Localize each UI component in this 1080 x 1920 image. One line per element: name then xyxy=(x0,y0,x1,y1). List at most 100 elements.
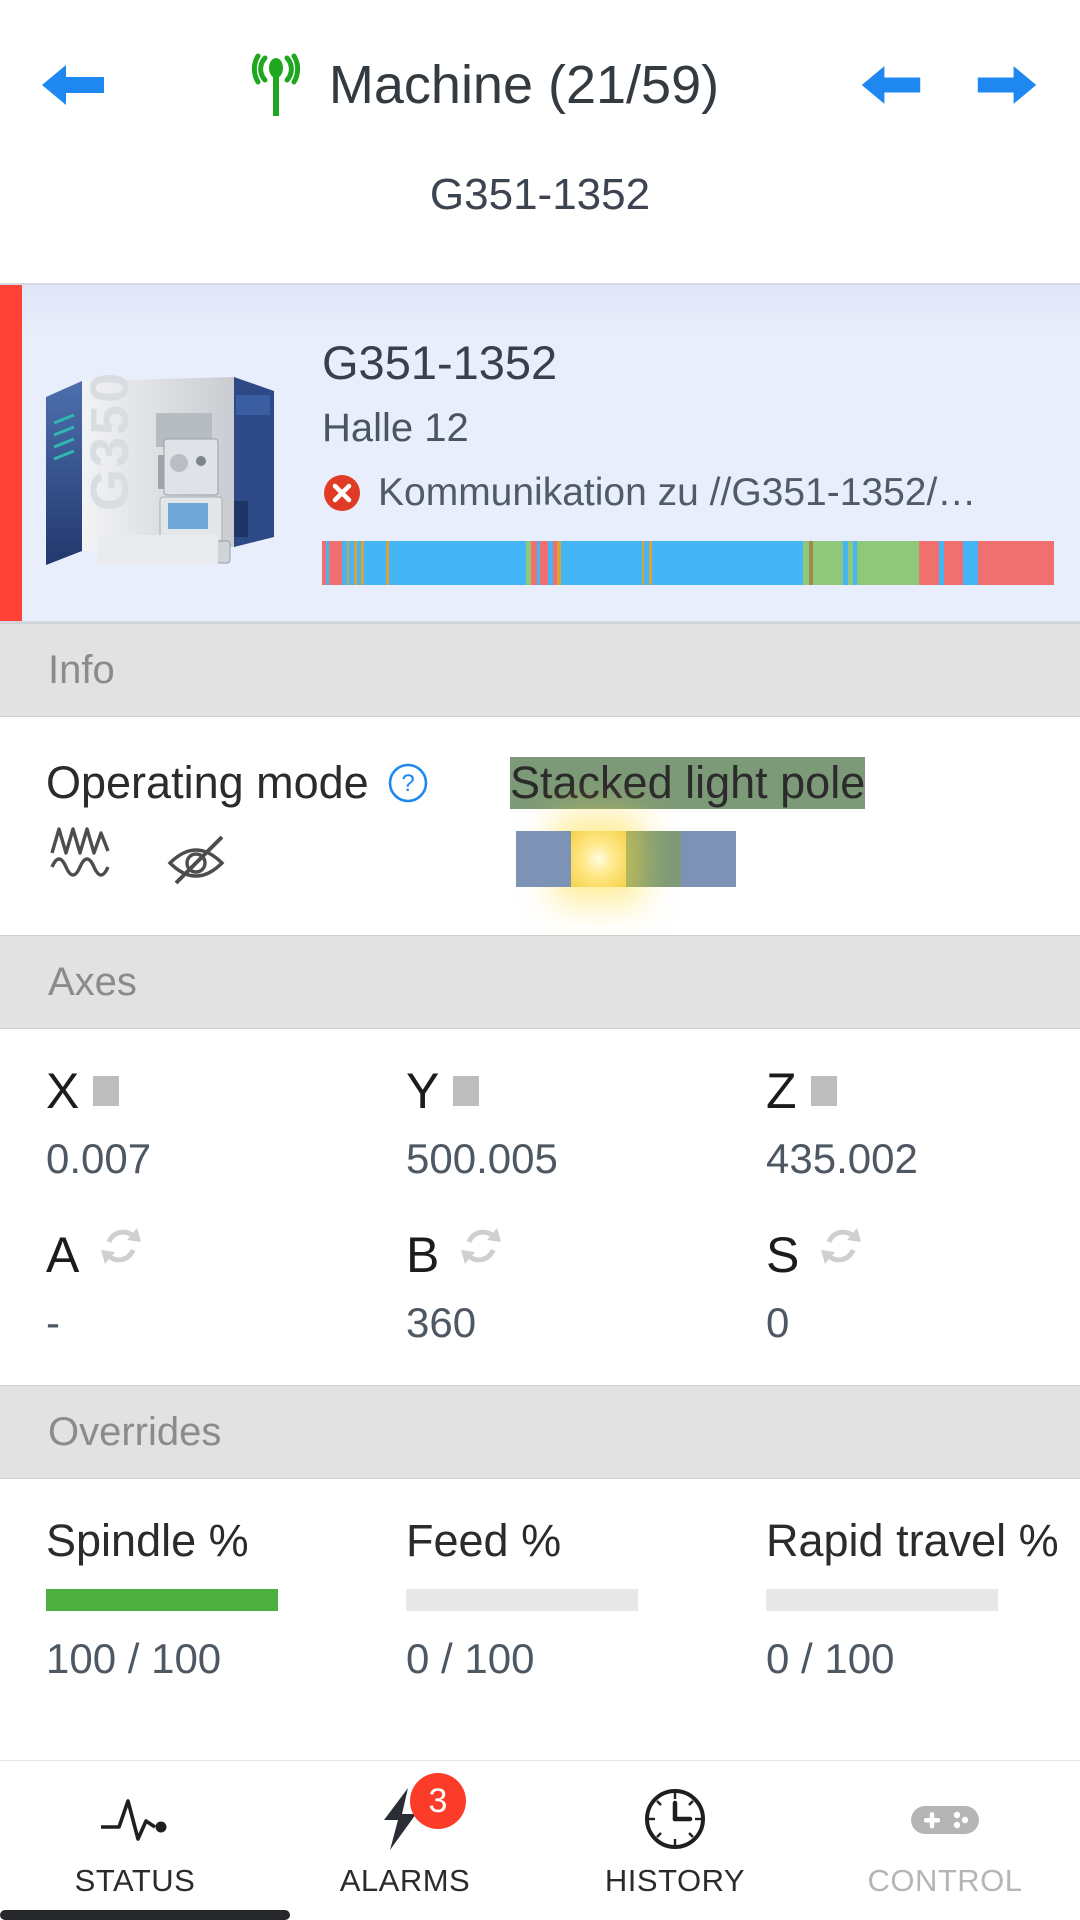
square-icon xyxy=(453,1076,480,1106)
arrow-left-icon xyxy=(858,60,924,110)
machine-status-stripe xyxy=(0,285,22,621)
light-blue xyxy=(681,831,736,887)
timeline-segment xyxy=(962,540,979,585)
axis-s-value: 0 xyxy=(766,1299,790,1346)
timeline-segment xyxy=(918,540,940,585)
nav-label-history: HISTORY xyxy=(604,1863,746,1898)
refresh-icon xyxy=(813,1218,869,1274)
app-bar-title-group: Machine (21/59) xyxy=(116,50,848,120)
square-icon xyxy=(93,1076,120,1106)
nav-item-control[interactable]: CONTROL xyxy=(810,1761,1080,1920)
info-panel: Operating mode ? Stacked light pole xyxy=(0,717,1080,935)
app-bar: Machine (21/59) xyxy=(0,0,1080,170)
section-header-overrides: Overrides xyxy=(0,1385,1080,1479)
machine-subtitle: G351-1352 xyxy=(429,170,651,219)
pulse-icon xyxy=(97,1787,173,1851)
eye-slash-icon xyxy=(162,827,244,889)
bottom-navigation: STATUS 3 ALARMS HISTORY CONTROL xyxy=(0,1760,1080,1920)
nav-item-alarms[interactable]: 3 ALARMS xyxy=(270,1761,540,1920)
timeline-segment xyxy=(651,540,804,585)
svg-text:G350: G350 xyxy=(80,371,140,511)
light-yellow xyxy=(571,831,626,887)
app-bar-nav-buttons xyxy=(848,42,1050,128)
nav-label-status: STATUS xyxy=(74,1863,196,1898)
override-rapid-travel: Rapid travel % 0 / 100 xyxy=(720,1515,1080,1683)
override-spindle: Spindle % 100 / 100 xyxy=(0,1515,360,1683)
section-title-info: Info xyxy=(48,647,115,692)
override-rapid-travel-bar xyxy=(766,1589,998,1611)
override-spindle-label: Spindle % xyxy=(46,1515,249,1566)
axis-b: B 360 xyxy=(360,1227,720,1347)
refresh-icon xyxy=(453,1218,509,1274)
timeline-segment xyxy=(389,540,527,585)
override-rapid-travel-label: Rapid travel % xyxy=(766,1515,1059,1566)
axis-a-value: - xyxy=(46,1299,60,1346)
axis-b-label: B xyxy=(406,1227,440,1283)
nav-item-history[interactable]: HISTORY xyxy=(540,1761,810,1920)
axis-a: A - xyxy=(0,1227,360,1347)
overrides-panel: Spindle % 100 / 100 Feed % 0 / 100 Rapid… xyxy=(0,1479,1080,1713)
section-header-info: Info xyxy=(0,623,1080,717)
svg-text:?: ? xyxy=(401,770,414,797)
arrow-right-icon xyxy=(974,60,1040,110)
operating-mode-label-row: Operating mode ? xyxy=(46,757,500,809)
override-feed-value: 0 / 100 xyxy=(406,1635,535,1682)
operating-mode-icons xyxy=(46,823,500,893)
axis-s: S 0 xyxy=(720,1227,1080,1347)
nav-item-status[interactable]: STATUS xyxy=(0,1761,270,1920)
gamepad-icon xyxy=(907,1794,983,1844)
operating-mode-block: Operating mode ? xyxy=(0,757,500,893)
axis-y-value: 500.005 xyxy=(406,1135,558,1182)
axis-b-value: 360 xyxy=(406,1299,477,1346)
light-pole-label: Stacked light pole xyxy=(510,757,866,809)
axis-x-value: 0.007 xyxy=(46,1135,152,1182)
axis-a-label: A xyxy=(46,1227,80,1283)
override-spindle-bar xyxy=(46,1589,278,1611)
machine-card[interactable]: G350 G351-1352 Halle 12 Kommunikation zu… xyxy=(0,283,1080,623)
timeline-segment xyxy=(363,540,387,585)
clock-icon xyxy=(642,1786,708,1852)
section-title-overrides: Overrides xyxy=(48,1409,222,1454)
axis-z-value: 435.002 xyxy=(766,1135,918,1182)
timeline-segment xyxy=(978,540,1054,585)
override-spindle-fill xyxy=(46,1589,278,1611)
operating-mode-label: Operating mode xyxy=(46,757,369,808)
axis-z: Z 435.002 xyxy=(720,1063,1080,1183)
axis-y: Y 500.005 xyxy=(360,1063,720,1183)
help-circle-icon[interactable]: ? xyxy=(387,762,429,804)
axes-row-rotary: A - B 360 S 0 xyxy=(0,1227,1080,1347)
page-title: Machine (21/59) xyxy=(328,55,720,115)
override-rapid-travel-value: 0 / 100 xyxy=(766,1635,895,1682)
override-feed-bar xyxy=(406,1589,638,1611)
machine-card-name: G351-1352 xyxy=(322,336,558,389)
timeline-segment xyxy=(328,540,342,585)
timeline-segment xyxy=(561,540,642,585)
timeline-segment xyxy=(857,540,919,585)
nav-label-alarms: ALARMS xyxy=(339,1863,471,1898)
antenna-signal-icon xyxy=(245,50,307,120)
previous-machine-button[interactable] xyxy=(848,42,934,128)
axis-x-label: X xyxy=(46,1063,80,1119)
light-green xyxy=(626,831,681,887)
refresh-icon xyxy=(93,1218,149,1274)
section-header-axes: Axes xyxy=(0,935,1080,1029)
override-feed-label: Feed % xyxy=(406,1515,562,1566)
arrow-left-icon xyxy=(38,59,108,111)
machine-alert-text: Kommunikation zu //G351-1352/… xyxy=(378,470,977,514)
square-icon xyxy=(810,1076,837,1106)
axis-y-label: Y xyxy=(406,1063,440,1119)
waveform-zigzag-icon xyxy=(46,823,128,893)
machine-status-timeline[interactable] xyxy=(322,540,1054,585)
axis-x: X 0.007 xyxy=(0,1063,360,1183)
back-button[interactable] xyxy=(30,42,116,128)
home-indicator xyxy=(0,1910,290,1920)
nav-label-control: CONTROL xyxy=(867,1863,1023,1898)
alarms-badge: 3 xyxy=(410,1773,466,1829)
next-machine-button[interactable] xyxy=(964,42,1050,128)
section-title-axes: Axes xyxy=(48,959,137,1004)
light-red xyxy=(516,831,571,887)
axes-panel: X 0.007 Y 500.005 Z 435.002 A - B 360 S … xyxy=(0,1029,1080,1385)
override-feed: Feed % 0 / 100 xyxy=(360,1515,720,1683)
light-pole-block: Stacked light pole xyxy=(500,757,1080,893)
axis-z-label: Z xyxy=(766,1063,797,1119)
